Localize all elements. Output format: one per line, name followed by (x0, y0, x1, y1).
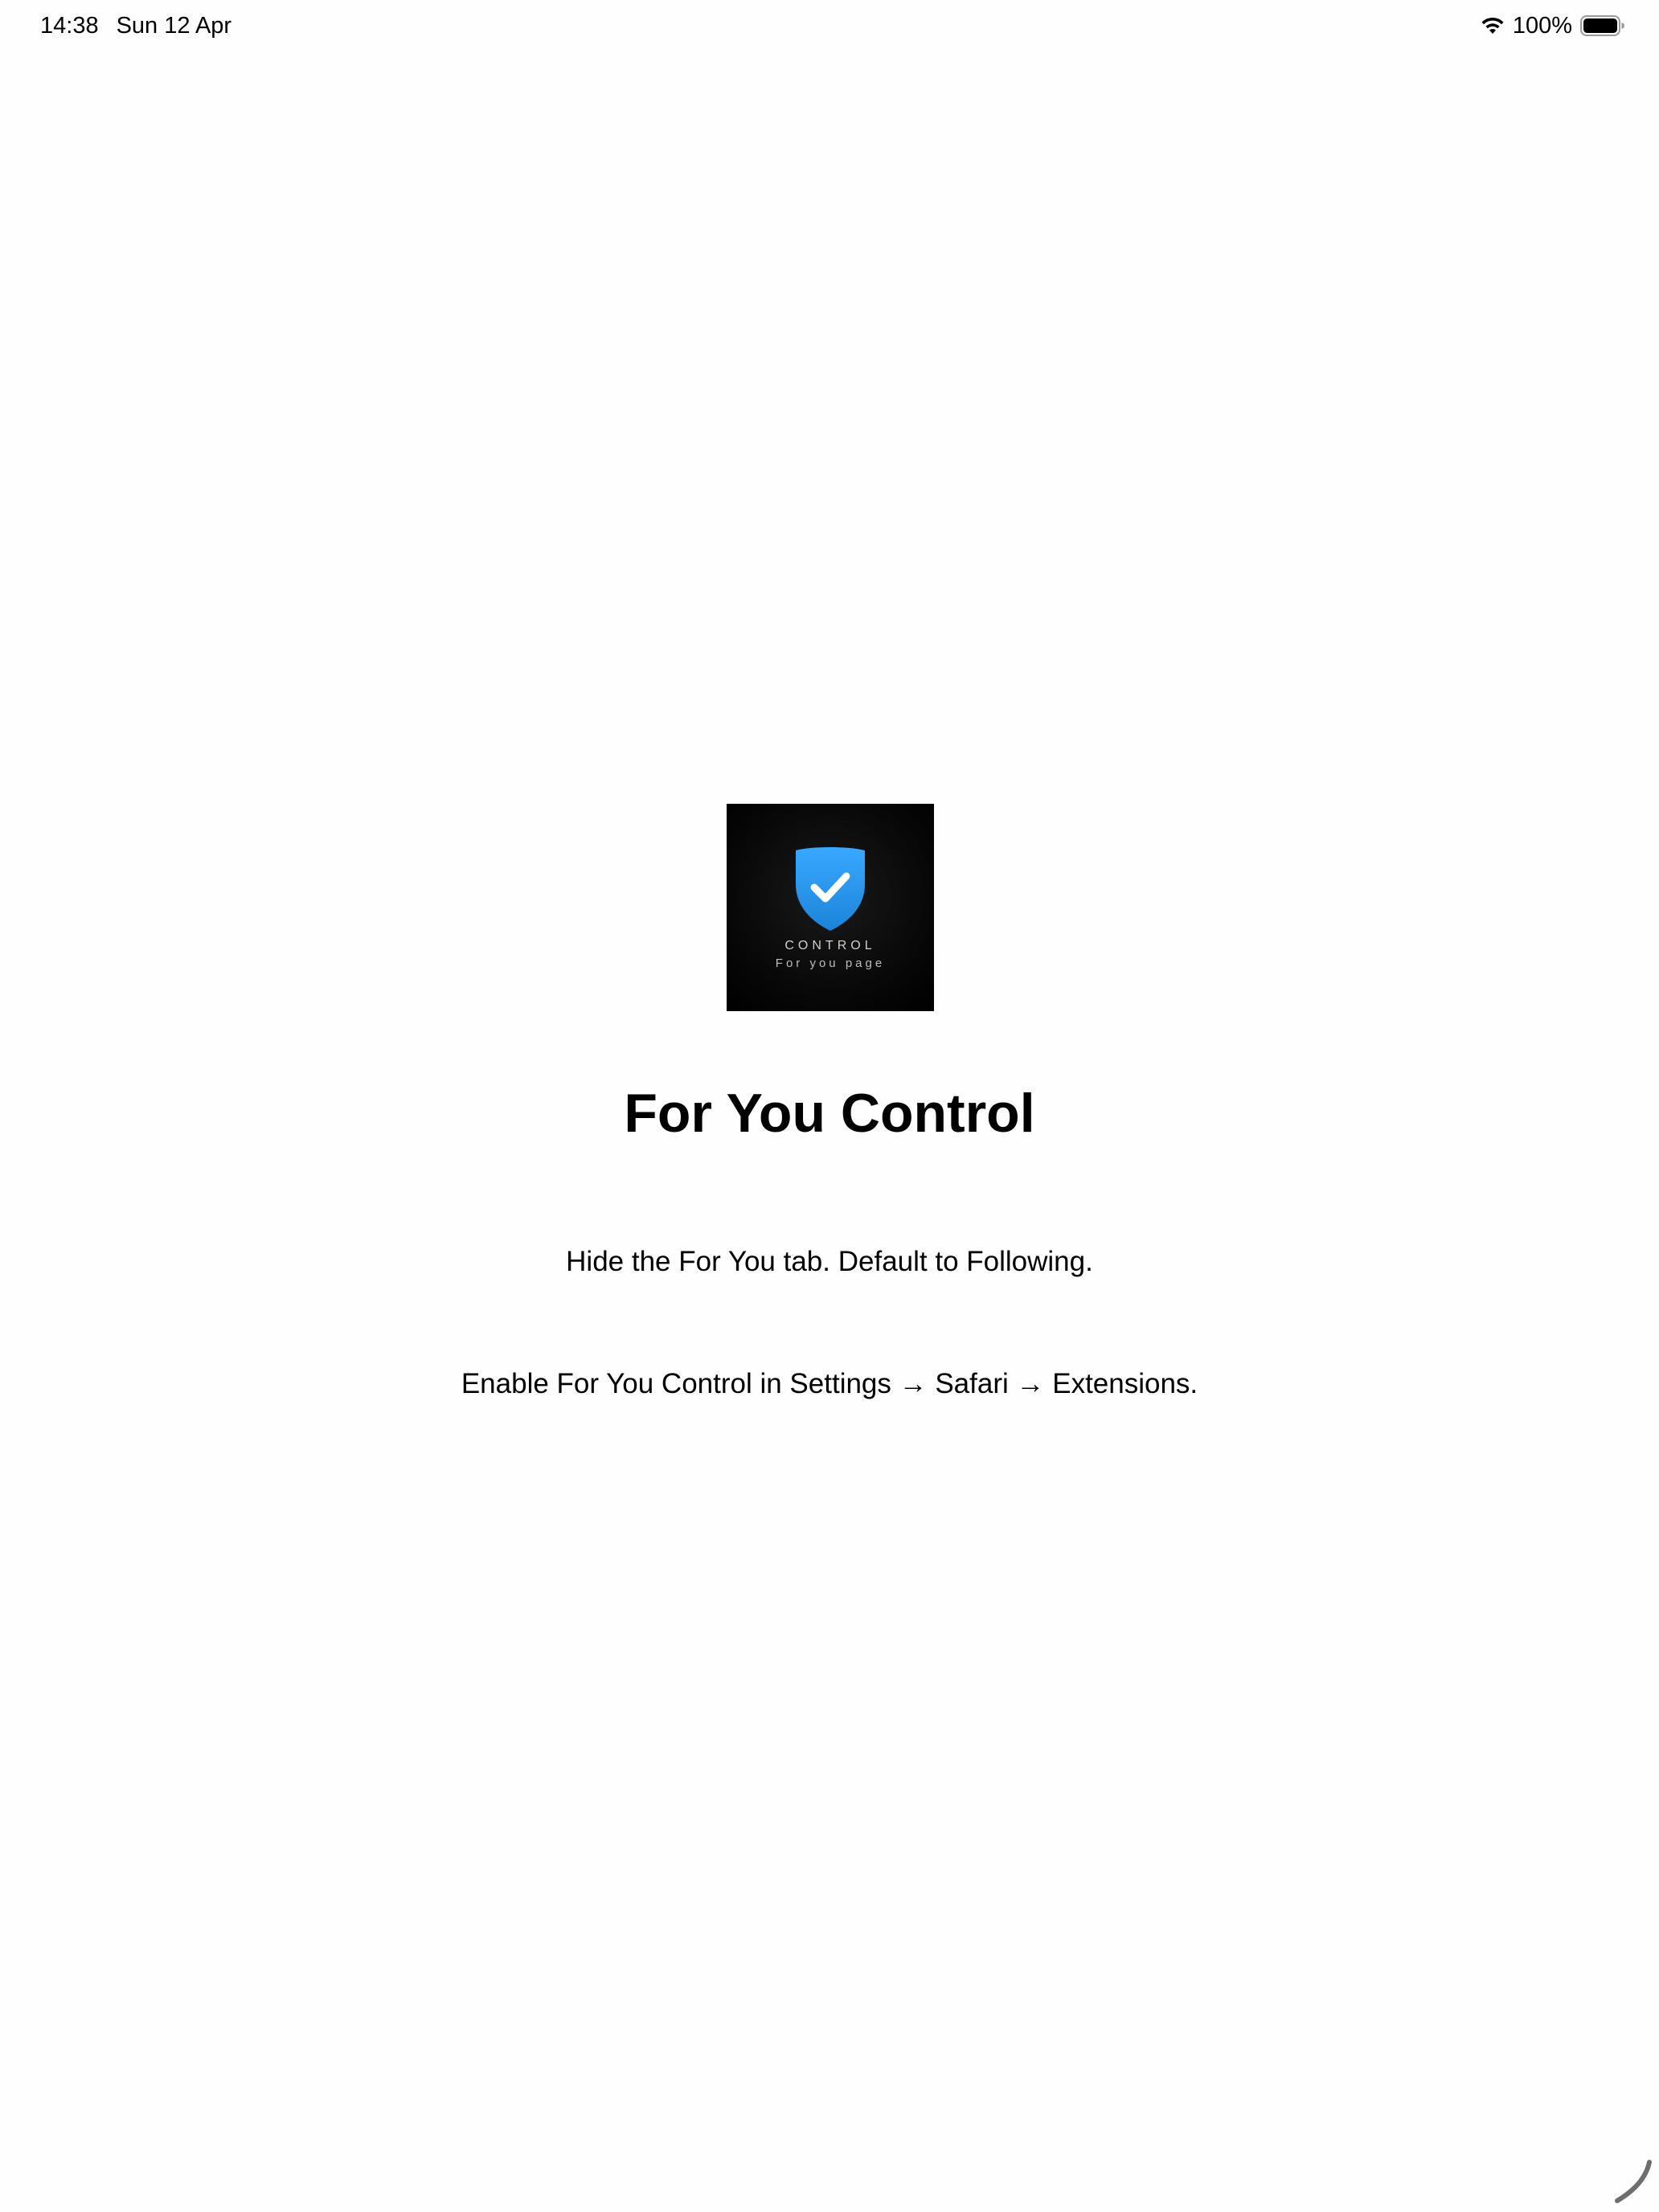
app-tagline: Hide the For You tab. Default to Followi… (566, 1246, 1093, 1277)
shield-check-icon (796, 847, 865, 931)
status-time: 14:38 (40, 13, 99, 39)
battery-percent: 100% (1512, 12, 1572, 39)
setup-instructions: Enable For You Control in Settings → Saf… (461, 1368, 1198, 1399)
wifi-icon (1481, 16, 1505, 35)
battery-icon (1580, 15, 1625, 36)
logo-text-subtitle: For you page (775, 956, 886, 970)
screen-corner-indicator (1615, 2160, 1652, 2203)
status-right: 100% (1481, 11, 1625, 40)
status-bar: 14:38 Sun 12 Apr 100% (0, 0, 1659, 51)
app-icon: CONTROL For you page (727, 804, 934, 1011)
logo-text-control: CONTROL (784, 939, 876, 952)
app-title: For You Control (624, 1083, 1035, 1144)
status-left: 14:38 Sun 12 Apr (40, 11, 249, 40)
status-date: Sun 12 Apr (116, 13, 232, 39)
